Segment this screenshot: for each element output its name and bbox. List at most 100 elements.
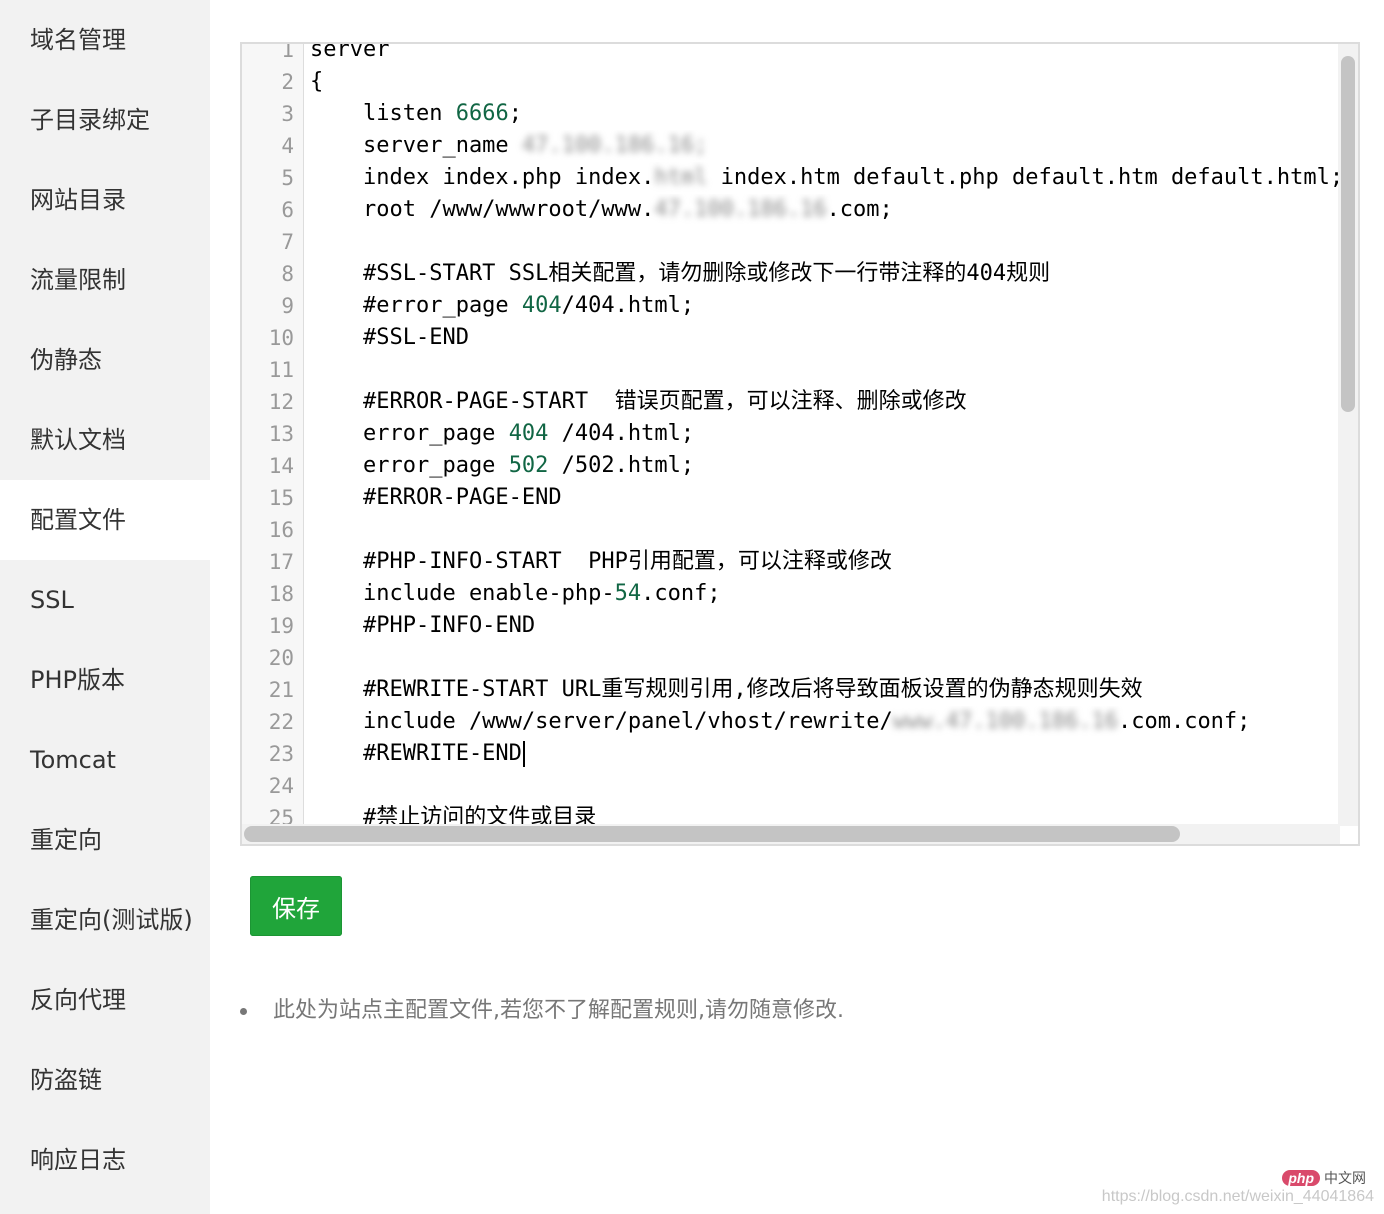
code-text[interactable]: root /www/wwwroot/www.47.100.186.16.com; [310, 194, 1350, 226]
code-segment: #ERROR-PAGE-END [310, 485, 562, 510]
line-number: 19 [268, 614, 294, 638]
watermark-logo-text: 中文网 [1324, 1170, 1366, 1186]
line-number: 13 [268, 422, 294, 446]
code-number: 502 [508, 453, 549, 478]
line-number: 10 [268, 326, 294, 350]
line-number: 22 [268, 710, 294, 734]
code-text[interactable]: index index.php index.html index.htm def… [310, 162, 1350, 194]
code-line[interactable]: 7 [242, 226, 1358, 258]
code-text[interactable]: #ERROR-PAGE-START 错误页配置，可以注释、删除或修改 [310, 386, 1350, 418]
code-text[interactable]: include /www/server/panel/vhost/rewrite/… [310, 706, 1350, 738]
code-line[interactable]: 2{ [242, 66, 1358, 98]
code-text[interactable]: #PHP-INFO-END [310, 610, 1350, 642]
code-line[interactable]: 3 listen 6666; [242, 98, 1358, 130]
code-line[interactable]: 11 [242, 354, 1358, 386]
code-text[interactable]: { [310, 66, 1350, 98]
code-number: 54 [614, 581, 642, 606]
code-segment: index index.php index. [310, 165, 655, 190]
code-line[interactable]: 14 error_page 502 /502.html; [242, 450, 1358, 482]
code-text[interactable]: #REWRITE-END [310, 738, 1350, 770]
vertical-scrollbar[interactable] [1338, 44, 1358, 826]
code-text[interactable]: error_page 404 /404.html; [310, 418, 1350, 450]
code-segment: #PHP-INFO-START PHP引用配置，可以注释或修改 [310, 549, 892, 574]
code-line[interactable]: 8 #SSL-START SSL相关配置，请勿删除或修改下一行带注释的404规则 [242, 258, 1358, 290]
sidebar-item[interactable]: 防盗链 [0, 1040, 210, 1120]
code-line[interactable]: 24 [242, 770, 1358, 802]
code-line[interactable]: 21 #REWRITE-START URL重写规则引用,修改后将导致面板设置的伪… [242, 674, 1358, 706]
code-segment: error_page [310, 421, 509, 446]
code-line[interactable]: 10 #SSL-END [242, 322, 1358, 354]
line-number: 6 [281, 198, 294, 222]
code-line[interactable]: 15 #ERROR-PAGE-END [242, 482, 1358, 514]
code-text[interactable]: listen 6666; [310, 98, 1350, 130]
save-button[interactable]: 保存 [250, 876, 342, 936]
code-segment: #error_page [310, 293, 522, 318]
redacted-text: 47.100.186.16 [654, 197, 827, 222]
code-line[interactable]: 22 include /www/server/panel/vhost/rewri… [242, 706, 1358, 738]
code-line[interactable]: 19 #PHP-INFO-END [242, 610, 1358, 642]
sidebar: 域名管理 子目录绑定 网站目录 流量限制 伪静态 默认文档 配置文件 SSL PHP版本 Tomc… [0, 0, 210, 1214]
code-line[interactable]: 20 [242, 642, 1358, 674]
code-text[interactable]: #PHP-INFO-START PHP引用配置，可以注释或修改 [310, 546, 1350, 578]
code-segment: index.htm default.php default.htm defaul… [707, 165, 1344, 190]
code-line[interactable]: 16 [242, 514, 1358, 546]
code-text[interactable]: server_name 47.100.186.16; [310, 130, 1350, 162]
sidebar-item[interactable]: 流量限制 [0, 240, 210, 320]
horizontal-scrollbar[interactable] [242, 824, 1340, 844]
code-line[interactable]: 9 #error_page 404/404.html; [242, 290, 1358, 322]
horizontal-scrollbar-thumb[interactable] [244, 826, 1180, 842]
code-line[interactable]: 4 server_name 47.100.186.16; [242, 130, 1358, 162]
sidebar-item[interactable]: Tomcat [0, 720, 210, 800]
code-segment: #SSL-END [310, 325, 469, 350]
code-line[interactable]: 6 root /www/wwwroot/www.47.100.186.16.co… [242, 194, 1358, 226]
code-text[interactable]: #ERROR-PAGE-END [310, 482, 1350, 514]
sidebar-item[interactable]: 伪静态 [0, 320, 210, 400]
code-line[interactable]: 1 server [242, 44, 1358, 66]
watermark-url: https://blog.csdn.net/weixin_44041864 [1101, 1188, 1374, 1205]
code-line[interactable]: 5 index index.php index.html index.htm d… [242, 162, 1358, 194]
code-text[interactable]: #REWRITE-START URL重写规则引用,修改后将导致面板设置的伪静态规… [310, 674, 1350, 706]
code-segment: #SSL-START SSL相关配置，请勿删除或修改下一行带注释的404规则 [310, 261, 1051, 286]
code-text[interactable]: include enable-php-54.conf; [310, 578, 1350, 610]
line-number: 23 [268, 742, 294, 766]
sidebar-item[interactable]: 配置文件 [0, 480, 210, 560]
code-segment: ; [508, 101, 522, 126]
redacted-text: 47.100.186.16; [521, 133, 708, 158]
sidebar-item[interactable]: 重定向 [0, 800, 210, 880]
tip-text: 此处为站点主配置文件,若您不了解配置规则,请勿随意修改. [273, 998, 844, 1023]
line-number: 12 [268, 390, 294, 414]
code-segment: .conf; [641, 581, 721, 606]
sidebar-item[interactable]: 子目录绑定 [0, 80, 210, 160]
code-line[interactable]: 18 include enable-php-54.conf; [242, 578, 1358, 610]
sidebar-item[interactable]: PHP版本 [0, 640, 210, 720]
line-number: 5 [281, 166, 294, 190]
code-line[interactable]: 12 #ERROR-PAGE-START 错误页配置，可以注释、删除或修改 [242, 386, 1358, 418]
code-text[interactable]: #error_page 404/404.html; [310, 290, 1350, 322]
sidebar-item[interactable]: 网站目录 [0, 160, 210, 240]
code-text[interactable]: #SSL-END [310, 322, 1350, 354]
code-segment: #PHP-INFO-END [310, 613, 536, 638]
code-segment: root /www/wwwroot/www. [310, 197, 655, 222]
sidebar-item[interactable]: 默认文档 [0, 400, 210, 480]
code-line[interactable]: 13 error_page 404 /404.html; [242, 418, 1358, 450]
sidebar-item[interactable]: 域名管理 [0, 0, 210, 80]
code-segment: server_name [310, 133, 522, 158]
sidebar-item[interactable]: 重定向(测试版) [0, 880, 210, 960]
code-text[interactable]: error_page 502 /502.html; [310, 450, 1350, 482]
line-number: 16 [268, 518, 294, 542]
code-segment: #REWRITE-END [310, 741, 522, 766]
code-segment: listen [310, 101, 456, 126]
sidebar-item[interactable]: 响应日志 [0, 1120, 210, 1200]
code-segment: include /www/server/panel/vhost/rewrite/ [310, 709, 893, 734]
config-code-editor[interactable]: 1 server 2{3 listen 6666; 4 server_name 47.… [240, 42, 1360, 846]
code-segment: /502.html; [548, 453, 695, 478]
code-line[interactable]: 23 #REWRITE-END [242, 738, 1358, 770]
line-number: 24 [268, 774, 294, 798]
code-line[interactable]: 17 #PHP-INFO-START PHP引用配置，可以注释或修改 [242, 546, 1358, 578]
vertical-scrollbar-thumb[interactable] [1341, 56, 1355, 412]
sidebar-item[interactable]: 反向代理 [0, 960, 210, 1040]
code-text[interactable]: #SSL-START SSL相关配置，请勿删除或修改下一行带注释的404规则 [310, 258, 1350, 290]
code-text[interactable]: server [310, 44, 1350, 66]
redacted-text: html [654, 165, 708, 190]
sidebar-item[interactable]: SSL [0, 560, 210, 640]
